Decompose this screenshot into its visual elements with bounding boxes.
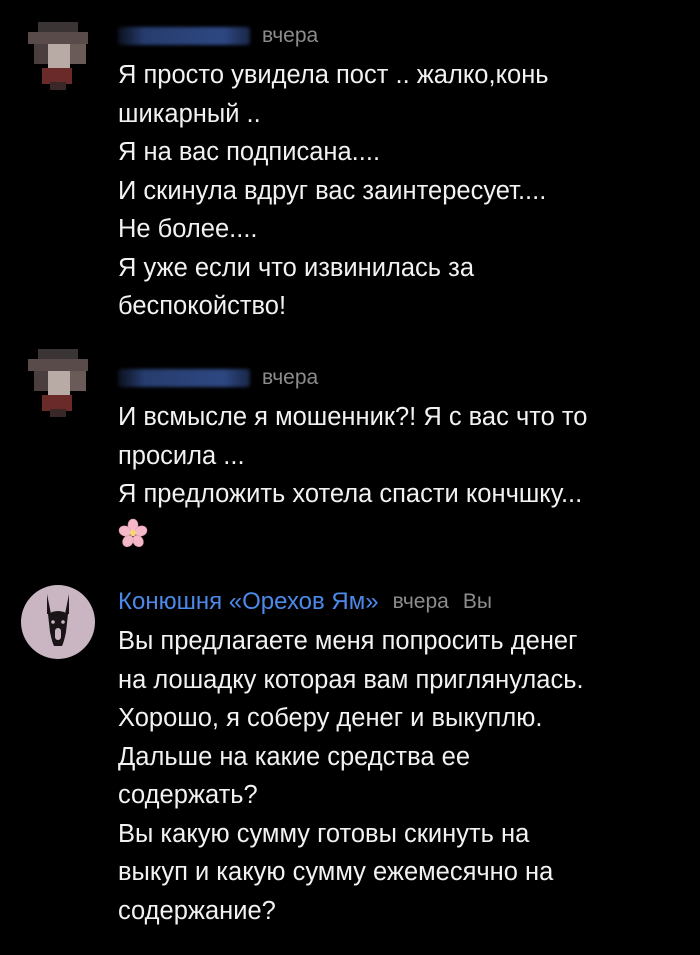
- comment-line: содержание?: [118, 896, 276, 925]
- comment-line: Вы какую сумму готовы скинуть на: [118, 819, 530, 848]
- comment-meta: вчера: [118, 20, 318, 52]
- donkey-logo-icon[interactable]: [20, 584, 96, 660]
- comment-time: вчера: [262, 24, 319, 47]
- comment-line: Я просто увидела пост .. жалко,конь: [118, 61, 549, 89]
- comment-line: Я предложить хотела спасти кончшку...: [118, 480, 583, 508]
- comment-line: И скинула вдруг вас заинтересует....: [118, 176, 547, 205]
- comment-line: Дальше на какие средства ее: [118, 742, 471, 771]
- comment-text: Я просто увидела пост .. жалко,конь шика…: [118, 56, 688, 326]
- comment-line: Я на вас подписана....: [118, 138, 381, 166]
- comment-meta: Конюшня «Орехов Ям» вчера Вы: [118, 586, 492, 618]
- comment-line: на лошадку которая вам приглянулась.: [118, 665, 584, 694]
- blurred-avatar-icon[interactable]: [20, 18, 96, 94]
- comment-line: И всмысле я мошенник?! Я с вас что то: [118, 403, 588, 431]
- author-name[interactable]: Конюшня «Орехов Ям»: [118, 588, 379, 616]
- comment-line: беспокойство!: [118, 292, 287, 320]
- comment-thread: вчера Я просто увидела пост .. жалко,кон…: [0, 0, 700, 955]
- comment-line: содержать?: [118, 781, 258, 809]
- comment-line: Вы предлагаете меня попросить денег: [118, 627, 578, 655]
- comment-line: Не более....: [118, 215, 258, 243]
- comment-text: И всмысле я мошенник?! Я с вас что то пр…: [118, 398, 688, 548]
- comment-line: просила ...: [118, 441, 245, 470]
- cherry-blossom-icon: [118, 518, 148, 547]
- comment-time: вчера: [262, 366, 319, 389]
- comment-meta: вчера: [118, 362, 318, 394]
- author-name-redacted[interactable]: [118, 27, 250, 45]
- comment-time: вчера: [392, 590, 449, 613]
- comment-line: выкуп и какую сумму ежемесячно на: [118, 858, 554, 886]
- comment-line: Я уже если что извинилась за: [118, 253, 475, 282]
- blurred-avatar-icon[interactable]: [20, 345, 96, 421]
- comment-line: шикарный ..: [118, 99, 261, 128]
- comment-text: Вы предлагаете меня попросить денег на л…: [118, 622, 688, 930]
- author-name-redacted[interactable]: [118, 369, 250, 387]
- comment-line: Хорошо, я соберу денег и выкуплю.: [118, 704, 543, 732]
- own-comment-label: Вы: [462, 590, 492, 613]
